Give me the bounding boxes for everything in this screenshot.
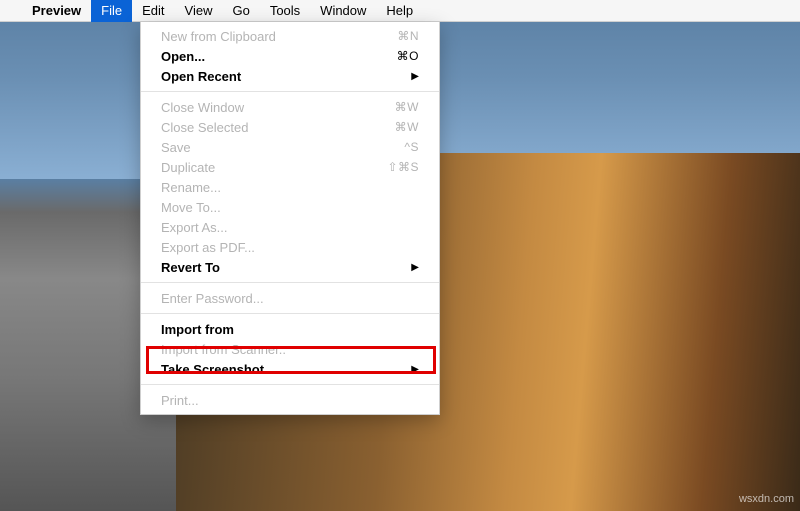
menu-item-open-recent[interactable]: Open Recent ▶: [141, 66, 439, 86]
menu-item-shortcut: ⌘N: [397, 29, 419, 43]
menu-item-label: Revert To: [161, 260, 220, 275]
menu-item-label: Take Screenshot: [161, 362, 264, 377]
menu-item-shortcut: ⌘W: [395, 120, 419, 134]
menu-item-export-as-pdf: Export as PDF...: [141, 237, 439, 257]
menu-item-label: Move To...: [161, 200, 221, 215]
menu-item-duplicate: Duplicate ⇧⌘S: [141, 157, 439, 177]
menu-item-save: Save ^S: [141, 137, 439, 157]
menu-item-shortcut: ⌘O: [397, 49, 419, 63]
watermark: wsxdn.com: [739, 493, 794, 505]
menu-item-export-as: Export As...: [141, 217, 439, 237]
menu-item-rename: Rename...: [141, 177, 439, 197]
menu-item-import-from[interactable]: Import from: [141, 319, 439, 339]
menu-item-shortcut: ⌘W: [395, 100, 419, 114]
menu-item-label: New from Clipboard: [161, 29, 276, 44]
menu-go[interactable]: Go: [222, 0, 259, 22]
menu-separator: [141, 384, 439, 385]
menu-item-label: Rename...: [161, 180, 221, 195]
menu-item-label: Save: [161, 140, 191, 155]
menu-item-print: Print...: [141, 390, 439, 410]
menu-window[interactable]: Window: [310, 0, 376, 22]
menu-item-label: Export As...: [161, 220, 227, 235]
menu-item-shortcut: ^S: [404, 140, 419, 154]
menu-file[interactable]: File: [91, 0, 132, 22]
menu-item-enter-password: Enter Password...: [141, 288, 439, 308]
menu-item-label: Import from Scanner..: [161, 342, 286, 357]
menu-item-import-from-scanner: Import from Scanner..: [141, 339, 439, 359]
menu-item-take-screenshot[interactable]: Take Screenshot ▶: [141, 359, 439, 379]
menu-item-open[interactable]: Open... ⌘O: [141, 46, 439, 66]
menu-item-shortcut: ⇧⌘S: [387, 160, 419, 174]
menu-item-move-to: Move To...: [141, 197, 439, 217]
menu-item-close-selected: Close Selected ⌘W: [141, 117, 439, 137]
submenu-arrow-icon: ▶: [411, 262, 419, 273]
menu-item-new-from-clipboard: New from Clipboard ⌘N: [141, 26, 439, 46]
menu-item-label: Print...: [161, 393, 199, 408]
menu-bar: Preview File Edit View Go Tools Window H…: [0, 0, 800, 22]
menu-item-revert-to[interactable]: Revert To ▶: [141, 257, 439, 277]
menu-item-label: Open Recent: [161, 69, 241, 84]
menu-item-label: Close Window: [161, 100, 244, 115]
submenu-arrow-icon: ▶: [411, 71, 419, 82]
app-menu[interactable]: Preview: [22, 0, 91, 22]
menu-separator: [141, 91, 439, 92]
file-menu-dropdown: New from Clipboard ⌘N Open... ⌘O Open Re…: [140, 22, 440, 415]
menu-help[interactable]: Help: [376, 0, 423, 22]
menu-separator: [141, 313, 439, 314]
menu-separator: [141, 282, 439, 283]
menu-item-label: Open...: [161, 49, 205, 64]
menu-item-label: Import from: [161, 322, 234, 337]
menu-item-label: Export as PDF...: [161, 240, 255, 255]
submenu-arrow-icon: ▶: [411, 364, 419, 375]
menu-item-label: Close Selected: [161, 120, 248, 135]
menu-item-label: Duplicate: [161, 160, 215, 175]
menu-view[interactable]: View: [175, 0, 223, 22]
menu-item-label: Enter Password...: [161, 291, 264, 306]
menu-item-close-window: Close Window ⌘W: [141, 97, 439, 117]
menu-tools[interactable]: Tools: [260, 0, 310, 22]
menu-edit[interactable]: Edit: [132, 0, 174, 22]
